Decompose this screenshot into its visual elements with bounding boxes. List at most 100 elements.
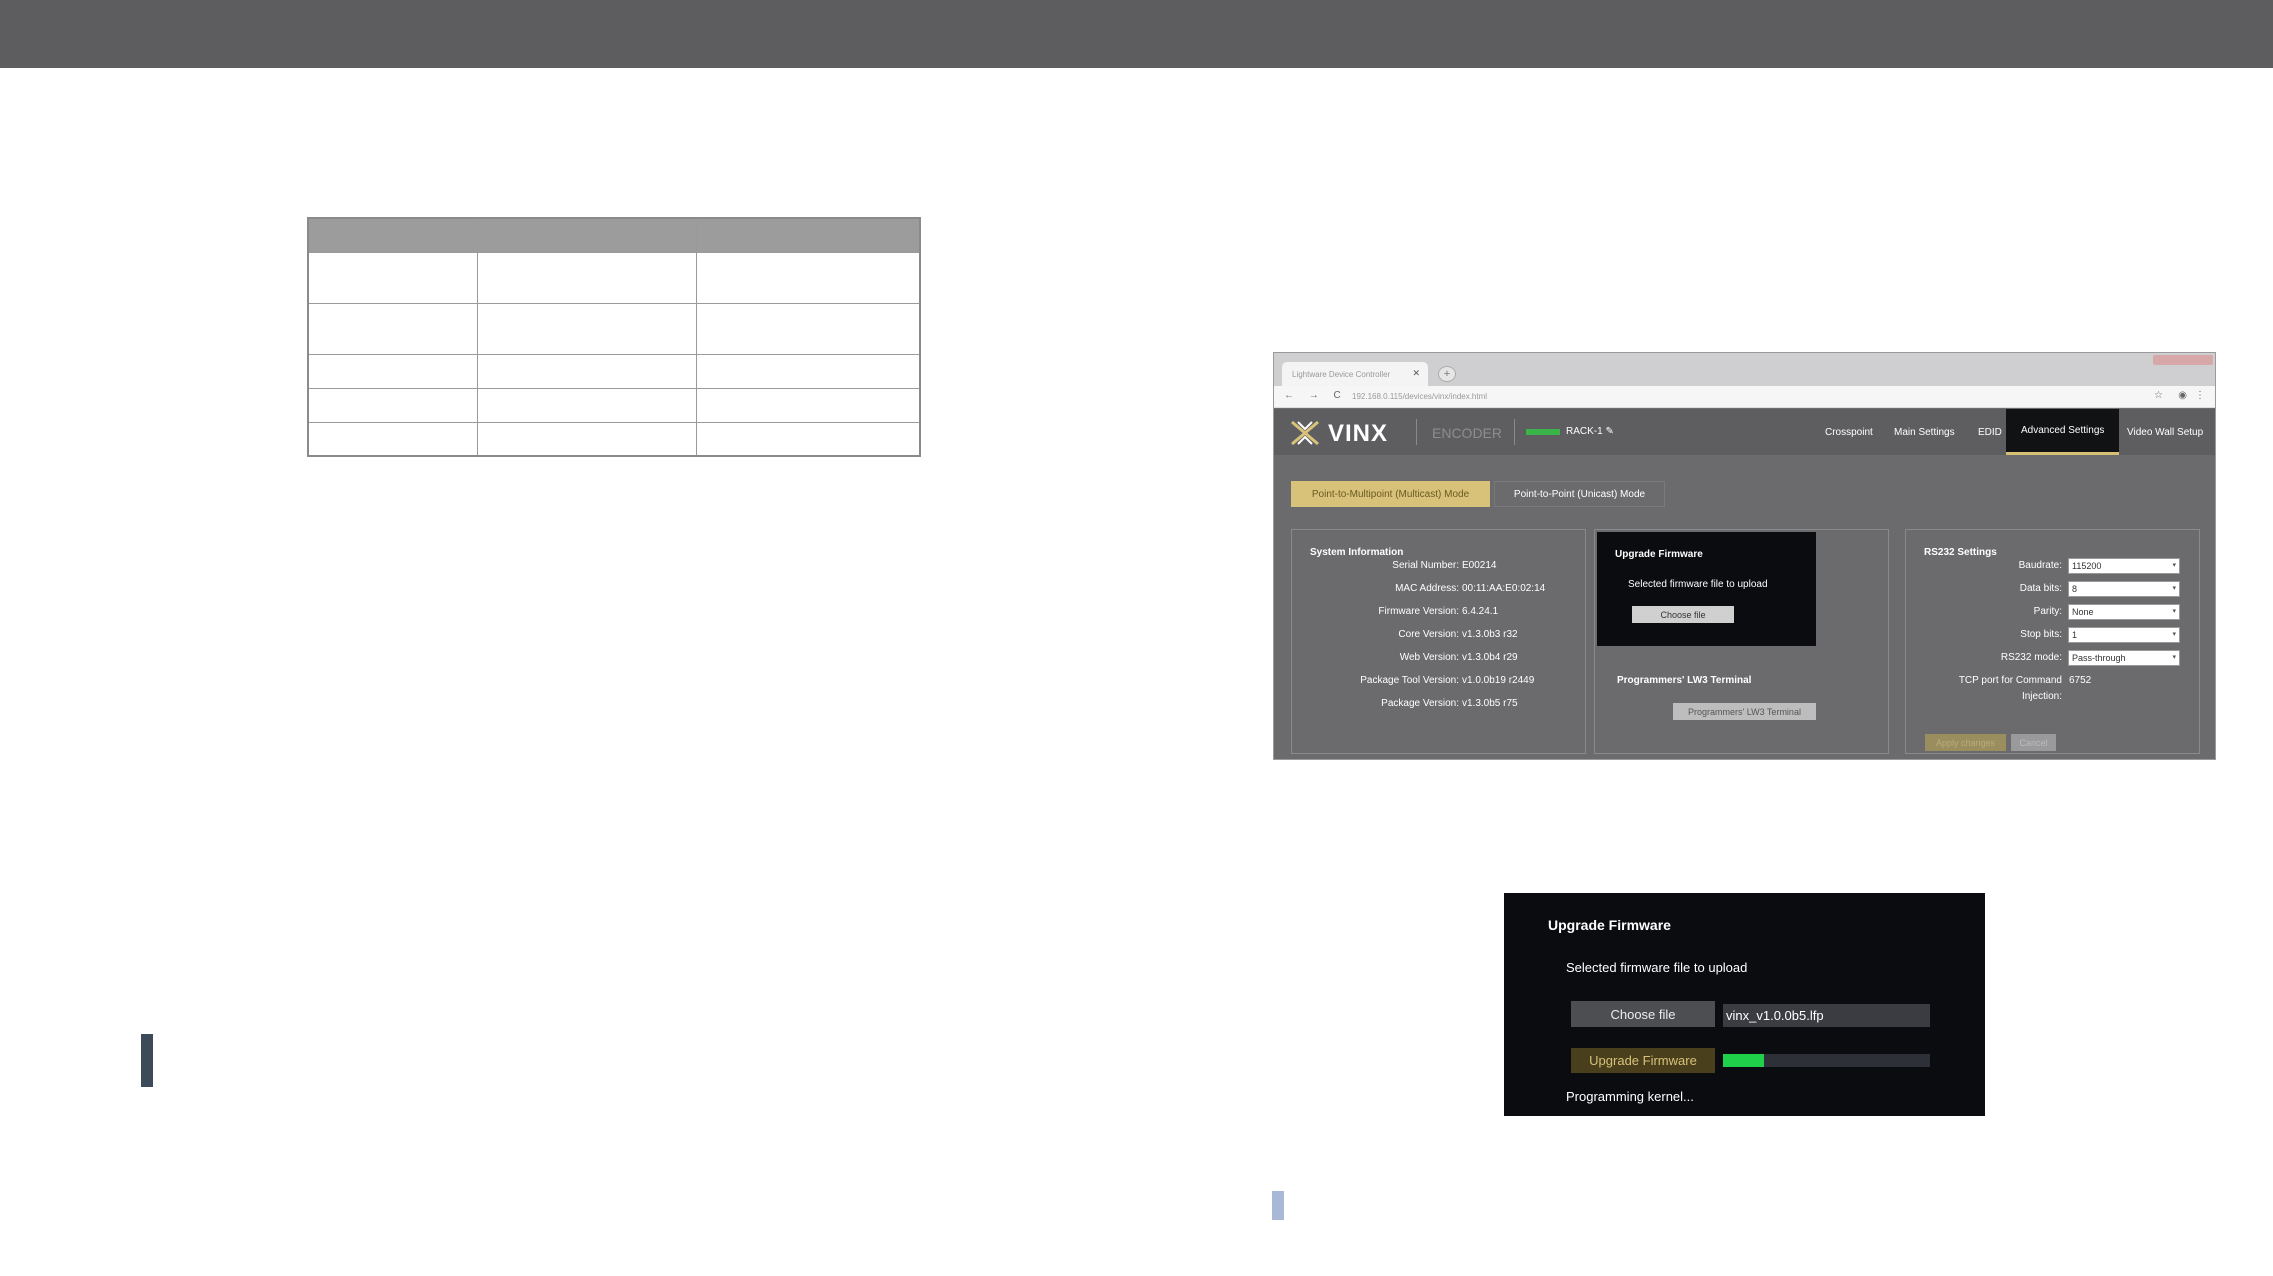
table-cell bbox=[476, 302, 698, 355]
chevron-down-icon: ▾ bbox=[2172, 631, 2176, 638]
address-bar[interactable]: ← → C 192.168.0.115/devices/vinx/index.h… bbox=[1274, 386, 2215, 408]
chevron-down-icon: ▾ bbox=[2172, 585, 2176, 592]
table-cell bbox=[476, 387, 698, 423]
web-label: Web Version: bbox=[1399, 652, 1459, 663]
table-cell bbox=[476, 421, 698, 457]
table-cell bbox=[696, 421, 921, 457]
parity-select[interactable]: None ▾ bbox=[2068, 604, 2180, 620]
upgrade-title: Upgrade Firmware bbox=[1615, 549, 1703, 560]
rs232-title: RS232 Settings bbox=[1924, 547, 1997, 558]
tcp-port-label: TCP port for Command bbox=[1958, 675, 2062, 686]
tcp-port-label-2: Injection: bbox=[2021, 691, 2062, 702]
menu-video-wall-setup[interactable]: Video Wall Setup bbox=[2127, 409, 2203, 455]
stopbits-value: 1 bbox=[2072, 630, 2078, 640]
package-value: v1.3.0b5 r75 bbox=[1462, 698, 1518, 709]
menu-main-settings[interactable]: Main Settings bbox=[1894, 409, 1955, 455]
table-cell bbox=[696, 387, 921, 423]
table-cell bbox=[476, 251, 698, 304]
databits-select[interactable]: 8 ▾ bbox=[2068, 581, 2180, 597]
menu-advanced-settings[interactable]: Advanced Settings bbox=[2006, 409, 2120, 455]
zoom-subtitle: Selected firmware file to upload bbox=[1566, 960, 1748, 975]
firmware-value: 6.4.24.1 bbox=[1462, 606, 1499, 617]
package-label: Package Version: bbox=[1381, 698, 1459, 709]
table-cell bbox=[476, 353, 698, 389]
page-header-bar bbox=[0, 0, 2273, 68]
apply-changes-button[interactable]: Apply changes bbox=[1925, 734, 2006, 751]
tab-multicast-mode[interactable]: Point-to-Multipoint (Multicast) Mode bbox=[1291, 481, 1490, 507]
table-row bbox=[307, 421, 921, 457]
web-value: v1.3.0b4 r29 bbox=[1462, 652, 1518, 663]
upgrade-firmware-button[interactable]: Upgrade Firmware bbox=[1571, 1048, 1715, 1073]
table-header-cell bbox=[476, 217, 698, 253]
table-cell bbox=[696, 251, 921, 304]
databits-label: Data bits: bbox=[2019, 583, 2062, 594]
header-divider bbox=[1514, 419, 1515, 445]
rs232-mode-value: Pass-through bbox=[2072, 653, 2126, 663]
package-tool-label: Package Tool Version: bbox=[1360, 675, 1459, 686]
rs232-mode-select[interactable]: Pass-through ▾ bbox=[2068, 650, 2180, 666]
account-icon[interactable]: ◉ bbox=[2178, 390, 2187, 401]
table-cell bbox=[307, 251, 478, 304]
serial-label: Serial Number: bbox=[1392, 560, 1459, 571]
chevron-down-icon: ▾ bbox=[2172, 608, 2176, 615]
parity-label: Parity: bbox=[2033, 606, 2062, 617]
new-tab-icon[interactable]: + bbox=[1438, 366, 1456, 382]
parity-value: None bbox=[2072, 607, 2094, 617]
terminal-button[interactable]: Programmers' LW3 Terminal bbox=[1673, 703, 1816, 720]
upgrade-status: Programming kernel... bbox=[1566, 1089, 1694, 1104]
cancel-button[interactable]: Cancel bbox=[2011, 734, 2056, 751]
table-cell bbox=[696, 353, 921, 389]
vinx-logo-icon bbox=[1291, 420, 1319, 446]
table-cell bbox=[307, 353, 478, 389]
table-row bbox=[307, 251, 921, 304]
window-controls[interactable] bbox=[2153, 355, 2213, 365]
core-label: Core Version: bbox=[1398, 629, 1459, 640]
manual-page: Lightware Device Controller ✕ + ← → C 19… bbox=[0, 0, 2273, 1276]
zoom-title: Upgrade Firmware bbox=[1548, 917, 1671, 933]
choose-file-button[interactable]: Choose file bbox=[1632, 606, 1734, 623]
stopbits-label: Stop bits: bbox=[2020, 629, 2062, 640]
menu-edid[interactable]: EDID bbox=[1978, 409, 2002, 455]
browser-tabstrip: Lightware Device Controller ✕ + bbox=[1274, 353, 2215, 386]
table-cell bbox=[307, 387, 478, 423]
star-icon[interactable]: ☆ bbox=[2154, 390, 2163, 401]
table-row bbox=[307, 353, 921, 389]
menu-crosspoint[interactable]: Crosspoint bbox=[1825, 409, 1873, 455]
upgrade-firmware-zoom: Upgrade Firmware Selected firmware file … bbox=[1504, 893, 1985, 1116]
mac-value: 00:11:AA:E0:02:14 bbox=[1462, 583, 1546, 594]
rs232-mode-label: RS232 mode: bbox=[2000, 652, 2062, 663]
baudrate-value: 115200 bbox=[2072, 561, 2102, 571]
logo-text: VINX bbox=[1328, 420, 1389, 447]
zoom-choose-file-button[interactable]: Choose file bbox=[1571, 1001, 1715, 1027]
nav-icons[interactable]: ← → C bbox=[1284, 390, 1347, 401]
databits-value: 8 bbox=[2072, 584, 2078, 594]
selected-file-name: vinx_v1.0.0b5.lfp bbox=[1723, 1004, 1930, 1027]
chevron-down-icon: ▾ bbox=[2172, 562, 2176, 569]
browser-tab[interactable]: Lightware Device Controller ✕ bbox=[1282, 362, 1428, 386]
close-icon[interactable]: ✕ bbox=[1412, 368, 1420, 379]
stopbits-select[interactable]: 1 ▾ bbox=[2068, 627, 2180, 643]
menu-dots-icon[interactable]: ⋮ bbox=[2195, 390, 2205, 401]
core-value: v1.3.0b3 r32 bbox=[1462, 629, 1518, 640]
caption-marker bbox=[1272, 1191, 1284, 1220]
table-cell bbox=[307, 302, 478, 355]
upgrade-subtitle: Selected firmware file to upload bbox=[1628, 579, 1768, 590]
chevron-down-icon: ▾ bbox=[2172, 654, 2176, 661]
device-name[interactable]: RACK-1 ✎ bbox=[1566, 426, 1614, 437]
upgrade-progress-bar bbox=[1723, 1054, 1930, 1067]
app-header: VINX ENCODER RACK-1 ✎ Crosspoint Main Se… bbox=[1274, 409, 2215, 455]
serial-value: E00214 bbox=[1462, 560, 1497, 571]
table-cell bbox=[307, 421, 478, 457]
baudrate-select[interactable]: 115200 ▾ bbox=[2068, 558, 2180, 574]
table-header-cell bbox=[307, 217, 478, 253]
url-text[interactable]: 192.168.0.115/devices/vinx/index.html bbox=[1352, 392, 1487, 401]
system-info-title: System Information bbox=[1310, 547, 1404, 558]
upgrade-progress-fill bbox=[1723, 1054, 1765, 1067]
status-led bbox=[1526, 429, 1560, 435]
tab-unicast-mode[interactable]: Point-to-Point (Unicast) Mode bbox=[1494, 481, 1665, 507]
table-cell bbox=[696, 302, 921, 355]
tcp-port-value[interactable]: 6752 bbox=[2069, 675, 2091, 686]
table-row bbox=[307, 387, 921, 423]
firmware-label: Firmware Version: bbox=[1378, 606, 1459, 617]
empty-table bbox=[307, 217, 921, 457]
